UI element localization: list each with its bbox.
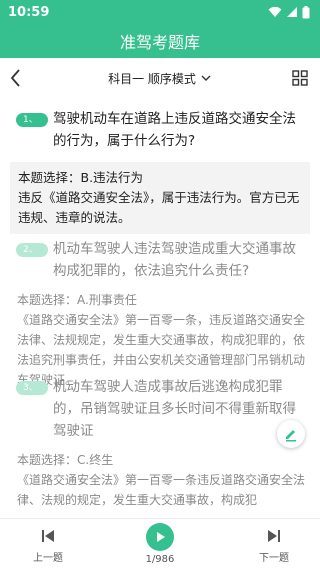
play-control[interactable]: 1/986: [138, 523, 182, 565]
next-question-button[interactable]: 下一题: [254, 529, 294, 564]
prev-icon: [42, 530, 54, 542]
mode-label: 科目一 顺序模式: [108, 71, 196, 86]
question-header: 3、 机动车驾驶人造成事故后逃逸构成犯罪的，吊销驾驶证且多长时间不得重新取得驾驶…: [0, 366, 320, 442]
toolbar: 科目一 顺序模式: [0, 58, 320, 98]
play-button[interactable]: [146, 523, 174, 551]
app-title: 准驾考题库: [119, 33, 200, 52]
question-item[interactable]: 1、 驾驶机动车在道路上违反道路交通安全法的行为，属于什么行为? 本题选择：B.…: [0, 98, 320, 234]
app-bar: 准驾考题库: [0, 24, 320, 58]
question-text: 驾驶机动车在道路上违反道路交通安全法的行为，属于什么行为?: [53, 111, 296, 149]
back-button[interactable]: [6, 66, 26, 90]
question-text: 机动车驾驶人违法驾驶造成重大交通事故构成犯罪的，依法追究什么责任?: [53, 241, 296, 279]
mode-selector[interactable]: 科目一 顺序模式: [108, 70, 212, 87]
question-grid-button[interactable]: [292, 70, 308, 86]
question-item[interactable]: 3、 机动车驾驶人造成事故后逃逸构成犯罪的，吊销驾驶证且多长时间不得重新取得驾驶…: [0, 366, 320, 510]
prev-question-button[interactable]: 上一题: [28, 529, 68, 564]
answer-detail: 违反《道路交通安全法》，属于违法行为。官方已无违规、违章的说法。: [18, 190, 300, 225]
bottom-navigation: 上一题 1/986 下一题: [0, 518, 320, 571]
question-number-badge: 3、: [16, 381, 48, 395]
back-arrow-icon: [10, 69, 20, 87]
prev-label: 上一题: [33, 553, 63, 564]
answer-choice: 本题选择：B.违法行为: [18, 170, 144, 185]
status-icons: [268, 5, 310, 19]
chevron-down-icon: [201, 75, 211, 81]
question-number-badge: 2、: [16, 243, 48, 257]
grid-icon: [292, 70, 308, 86]
question-header: 1、 驾驶机动车在道路上违反道路交通安全法的行为，属于什么行为?: [0, 98, 320, 152]
question-list: 1、 驾驶机动车在道路上违反道路交通安全法的行为，属于什么行为? 本题选择：B.…: [0, 98, 320, 518]
question-counter: 1/986: [145, 554, 175, 565]
answer-choice: 本题选择：C.终生: [17, 453, 114, 467]
play-icon: [157, 532, 165, 542]
signal-icon: [287, 7, 297, 17]
next-icon: [268, 530, 280, 542]
answer-explanation: 本题选择：C.终生 《道路交通安全法》第一百零一条违反道路交通安全法律、法规的规…: [0, 450, 320, 510]
edit-icon: [286, 430, 296, 442]
status-bar: 10:59: [0, 0, 320, 24]
wifi-icon: [268, 6, 282, 17]
answer-detail: 《道路交通安全法》第一百零一条违反道路交通安全法律、法规的规定，发生重大交通事故…: [17, 473, 306, 507]
battery-icon: [302, 5, 310, 18]
question-text: 机动车驾驶人造成事故后逃逸构成犯罪的，吊销驾驶证且多长时间不得重新取得驾驶证: [53, 379, 296, 439]
next-label: 下一题: [259, 553, 289, 564]
question-header: 2、 机动车驾驶人违法驾驶造成重大交通事故构成犯罪的，依法追究什么责任?: [0, 228, 320, 282]
question-number-badge: 1、: [16, 113, 48, 127]
edit-fab-button[interactable]: [277, 420, 305, 448]
answer-explanation: 本题选择：B.违法行为 违反《道路交通安全法》，属于违法行为。官方已无违规、违章…: [10, 162, 310, 234]
answer-choice: 本题选择：A.刑事责任: [17, 293, 137, 307]
status-time: 10:59: [8, 4, 50, 20]
